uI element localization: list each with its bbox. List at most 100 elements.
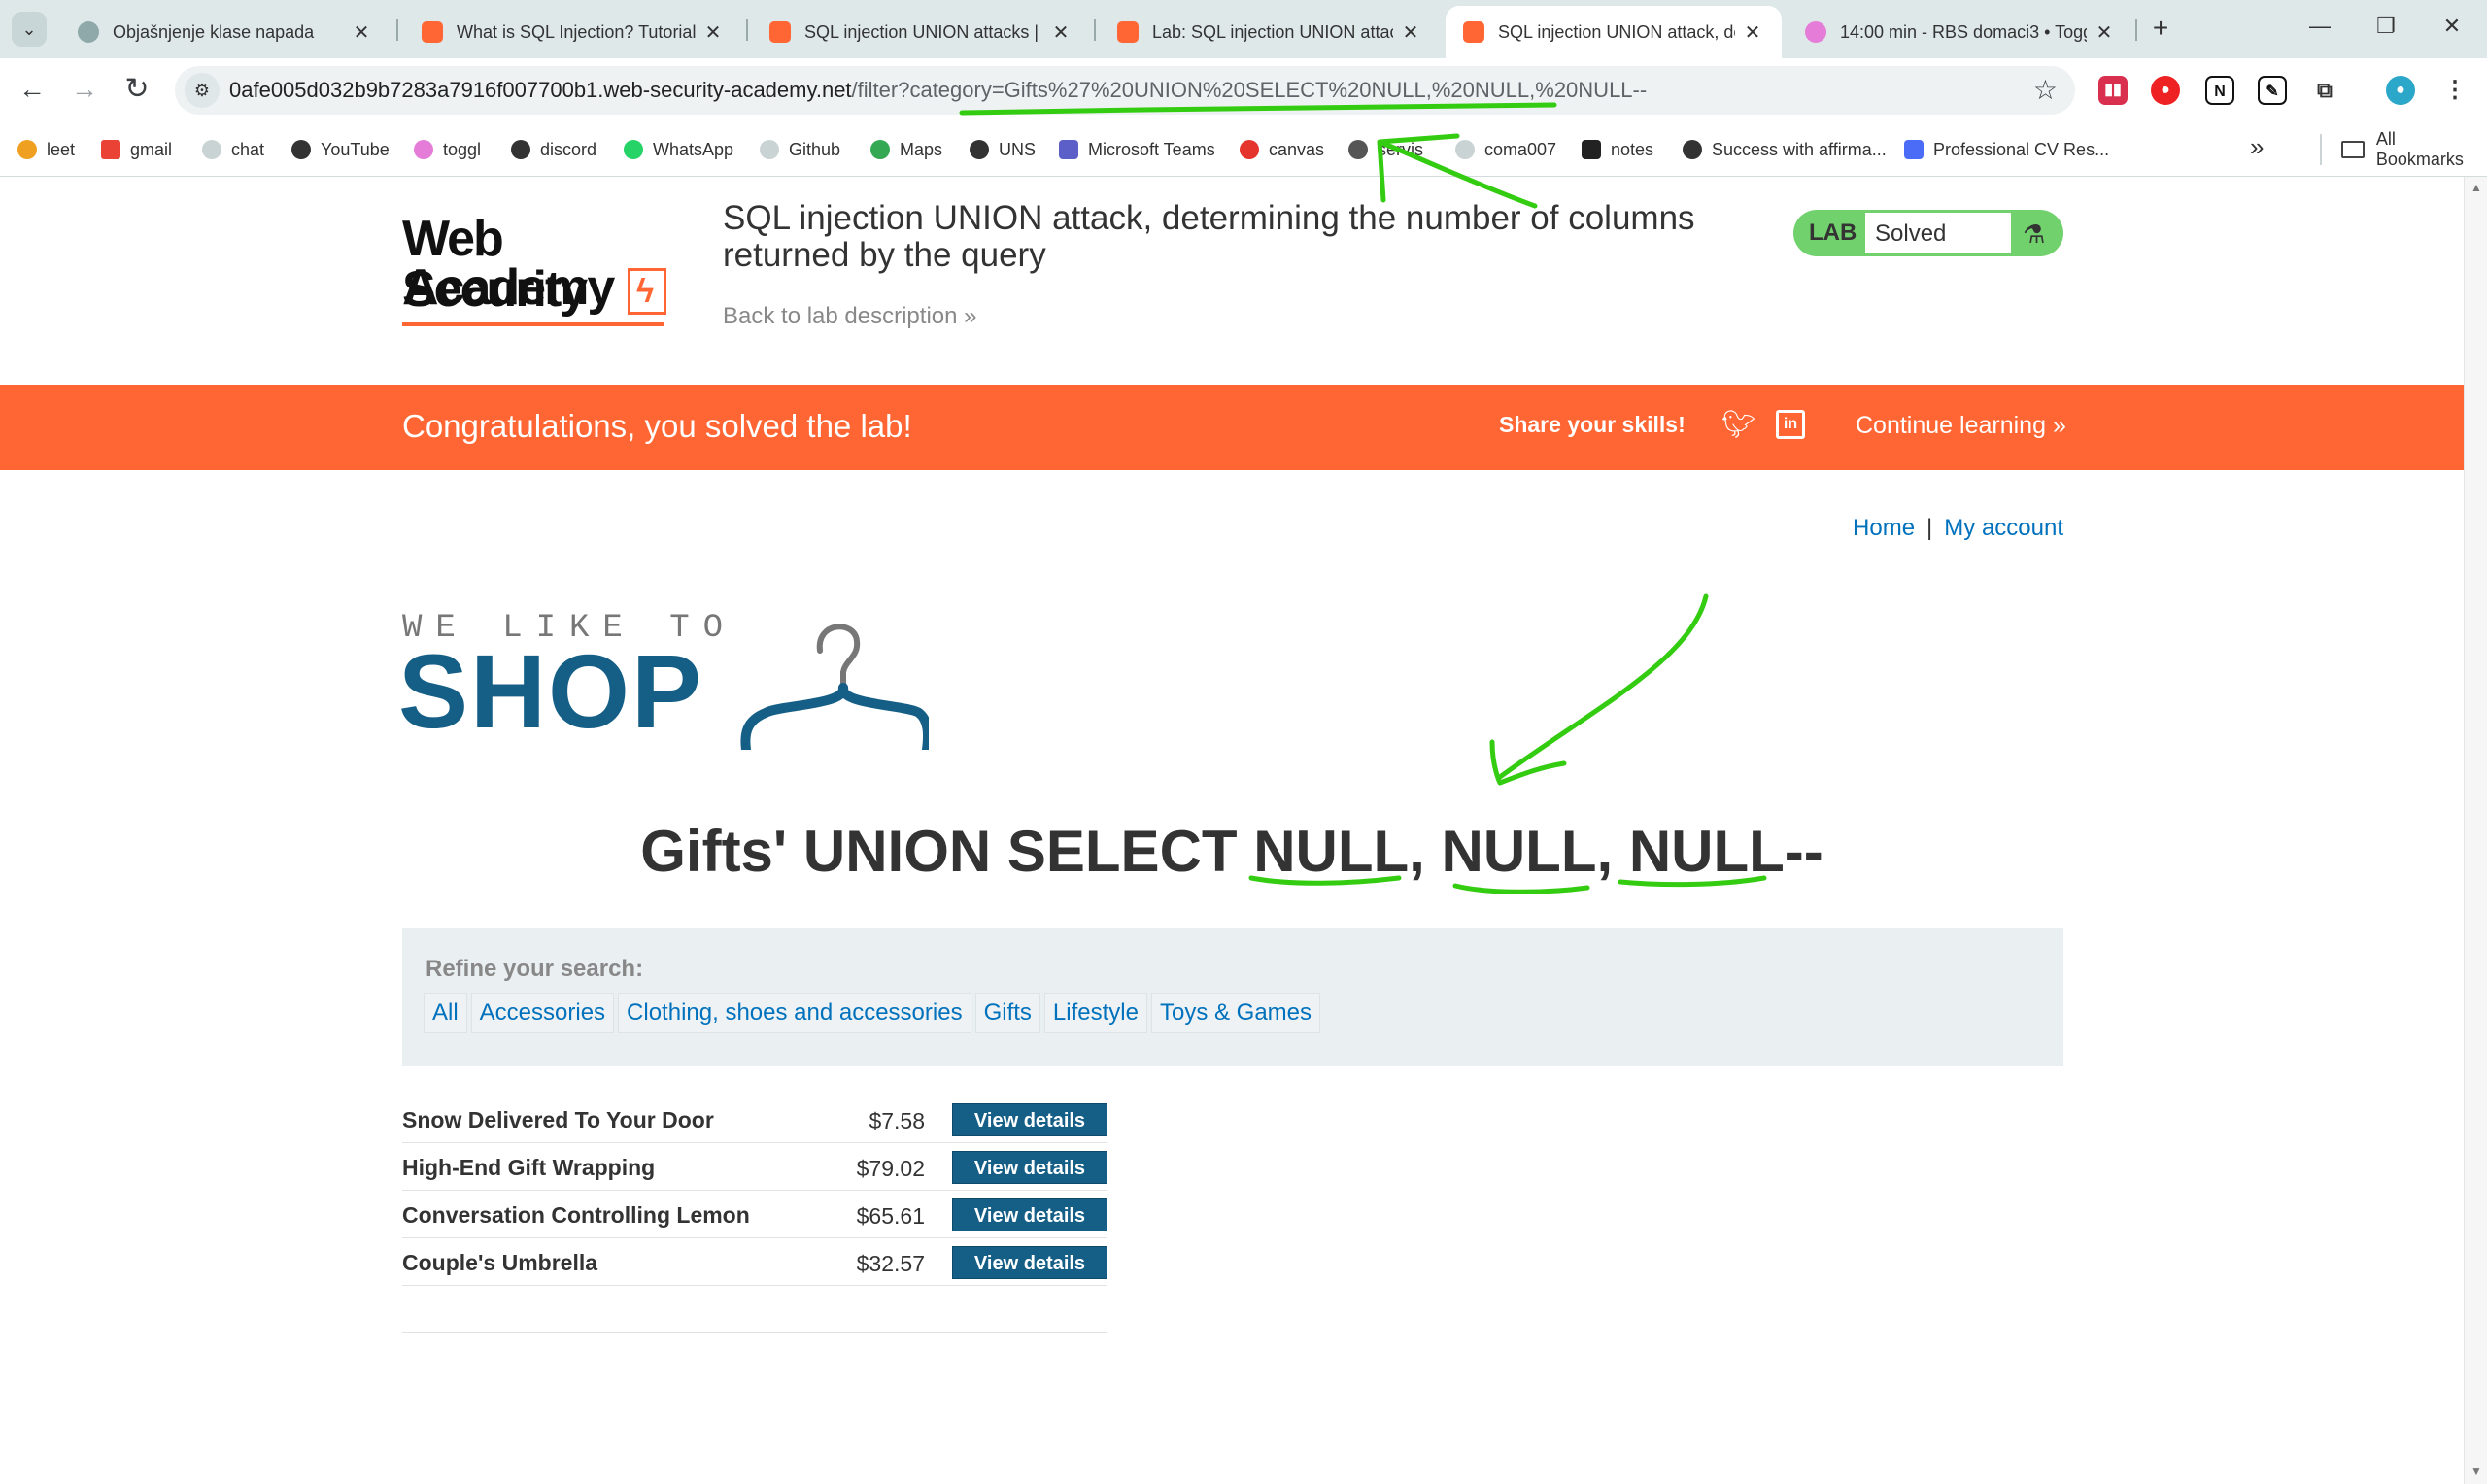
filter-gifts[interactable]: Gifts <box>974 993 1040 1033</box>
bookmark-github[interactable]: Github <box>760 134 840 165</box>
flask-icon: ⚗ <box>2023 219 2046 249</box>
web-security-academy-logo[interactable]: Web Security Academy ϟ <box>402 208 694 326</box>
bookmark-coma007[interactable]: coma007 <box>1455 134 1556 165</box>
my-account-link[interactable]: My account <box>1944 515 2063 541</box>
cv-icon <box>1904 140 1924 159</box>
all-bookmarks-button[interactable]: All Bookmarks <box>2320 129 2487 169</box>
view-details-button[interactable]: View details <box>952 1246 1107 1279</box>
extension-editor-icon[interactable]: ✎ <box>2258 76 2287 105</box>
extension-ublock-icon[interactable]: ● <box>2151 76 2180 105</box>
close-icon[interactable]: ✕ <box>1049 20 1073 45</box>
bookmark-youtube[interactable]: YouTube <box>291 134 390 165</box>
clothes-hanger-icon <box>740 624 929 750</box>
filter-lifestyle[interactable]: Lifestyle <box>1043 993 1147 1033</box>
tab-separator <box>746 19 748 41</box>
bookmark-success-affirmations[interactable]: Success with affirma... <box>1683 134 1887 165</box>
browser-tab-6[interactable]: 14:00 min - RBS domaci3 • Togg ✕ <box>1788 6 2133 58</box>
extension-todoist-icon[interactable]: ▮▮ <box>2098 76 2128 105</box>
bookmark-discord[interactable]: discord <box>511 134 596 165</box>
bookmark-leet[interactable]: leet <box>17 134 75 165</box>
scroll-down-arrow-icon[interactable]: ▼ <box>2470 1465 2482 1478</box>
bookmark-label: Maps <box>900 139 943 159</box>
teams-icon <box>1059 140 1078 159</box>
view-details-button[interactable]: View details <box>952 1151 1107 1184</box>
bookmark-notes[interactable]: notes <box>1582 134 1653 165</box>
globe-icon <box>970 140 989 159</box>
close-icon[interactable]: ✕ <box>701 20 725 45</box>
tab-title: SQL injection UNION attack, de <box>1498 21 1735 42</box>
linkedin-icon[interactable]: in <box>1776 410 1805 439</box>
new-tab-button[interactable]: + <box>2143 12 2178 47</box>
bookmark-toggl[interactable]: toggl <box>414 134 481 165</box>
home-link[interactable]: Home <box>1853 515 1915 541</box>
bookmark-label: UNS <box>999 139 1037 159</box>
close-icon[interactable]: ✕ <box>1399 20 1422 45</box>
bookmark-label: servis <box>1378 139 1424 159</box>
more-menu-icon[interactable]: ⋮ <box>2440 76 2470 105</box>
filter-clothing[interactable]: Clothing, shoes and accessories <box>618 993 971 1033</box>
bookmark-gmail[interactable]: gmail <box>101 134 172 165</box>
window-close-button[interactable]: ✕ <box>2433 14 2471 45</box>
bookmark-maps[interactable]: Maps <box>870 134 942 165</box>
extension-notion-icon[interactable]: N <box>2205 76 2234 105</box>
search-results-title: Gifts' UNION SELECT NULL, NULL, NULL-- <box>640 819 1823 884</box>
we-like-to-shop-logo[interactable]: WE LIKE TO SHOP <box>398 610 946 765</box>
product-name: Couple's Umbrella <box>402 1250 598 1275</box>
forward-button[interactable]: → <box>66 72 103 109</box>
close-icon[interactable]: ✕ <box>350 20 373 45</box>
close-icon[interactable]: ✕ <box>2093 20 2116 45</box>
whatsapp-icon <box>624 140 643 159</box>
bookmark-microsoft-teams[interactable]: Microsoft Teams <box>1059 134 1215 165</box>
filter-all[interactable]: All <box>424 993 467 1033</box>
extensions-puzzle-icon[interactable]: ⧉ <box>2310 76 2339 105</box>
filter-toys-games[interactable]: Toys & Games <box>1150 993 1321 1033</box>
url-text[interactable]: 0afe005d032b9b7283a7916f007700b1.web-sec… <box>229 78 1647 103</box>
minimize-button[interactable]: — <box>2300 14 2339 45</box>
bookmark-servis[interactable]: servis <box>1348 134 1423 165</box>
browser-tab-active[interactable]: SQL injection UNION attack, de ✕ <box>1446 6 1782 58</box>
tab-separator <box>2135 19 2137 41</box>
continue-learning-link[interactable]: Continue learning » <box>1856 412 2066 440</box>
arrow-left-icon: ← <box>18 74 46 104</box>
reload-icon: ↻ <box>124 73 150 105</box>
product-name: High-End Gift Wrapping <box>402 1155 656 1180</box>
back-to-lab-description-link[interactable]: Back to lab description » <box>723 303 977 330</box>
bookmark-uns[interactable]: UNS <box>970 134 1036 165</box>
scroll-up-arrow-icon[interactable]: ▲ <box>2470 181 2482 194</box>
restore-button[interactable]: ❐ <box>2367 14 2405 45</box>
bookmark-professional-cv[interactable]: Professional CV Res... <box>1904 134 2109 165</box>
address-bar[interactable]: ⚙ 0afe005d032b9b7283a7916f007700b1.web-s… <box>175 66 2075 115</box>
back-button[interactable]: ← <box>14 72 51 109</box>
view-details-button[interactable]: View details <box>952 1103 1107 1136</box>
browser-tab-2[interactable]: What is SQL Injection? Tutorial ✕ <box>404 6 742 58</box>
bookmark-whatsapp[interactable]: WhatsApp <box>624 134 733 165</box>
product-price: $7.58 <box>869 1108 925 1133</box>
solved-banner: Congratulations, you solved the lab! Sha… <box>0 385 2464 470</box>
canvas-icon <box>1240 140 1259 159</box>
view-details-button[interactable]: View details <box>952 1198 1107 1231</box>
logo-line-2: Academy <box>402 259 615 316</box>
page-scrollbar[interactable]: ▲ ▼ <box>2464 177 2487 1484</box>
twitter-icon[interactable]: 🐦︎ <box>1721 408 1756 440</box>
arrow-right-icon: → <box>71 74 98 104</box>
bookmark-canvas[interactable]: canvas <box>1240 134 1324 165</box>
reload-button[interactable]: ↻ <box>119 72 155 109</box>
browser-tab-1[interactable]: Objašnjenje klase napada ✕ <box>60 6 391 58</box>
browser-tab-3[interactable]: SQL injection UNION attacks | W ✕ <box>752 6 1090 58</box>
bookmark-star-icon[interactable]: ☆ <box>2033 74 2058 106</box>
tab-title: Objašnjenje klase napada <box>113 21 315 42</box>
browser-tab-4[interactable]: Lab: SQL injection UNION attac ✕ <box>1100 6 1440 58</box>
site-info-icon[interactable]: ⚙ <box>185 73 220 108</box>
chatgpt-icon <box>78 21 99 43</box>
portswigger-icon <box>1463 21 1484 43</box>
tab-search-button[interactable]: ⌄ <box>12 12 47 47</box>
nav-separator: | <box>1926 515 1933 541</box>
bookmarks-overflow-chevron-icon[interactable]: » <box>2250 132 2264 162</box>
bookmark-chat[interactable]: chat <box>202 134 264 165</box>
profile-avatar-icon[interactable]: ● <box>2386 76 2415 105</box>
url-path: /filter?category=Gifts%27%20UNION%20SELE… <box>851 78 1648 102</box>
bookmark-label: leet <box>47 139 76 159</box>
top-links: Home | My account <box>1846 515 2063 548</box>
filter-accessories[interactable]: Accessories <box>470 993 615 1033</box>
close-icon[interactable]: ✕ <box>1741 20 1764 45</box>
